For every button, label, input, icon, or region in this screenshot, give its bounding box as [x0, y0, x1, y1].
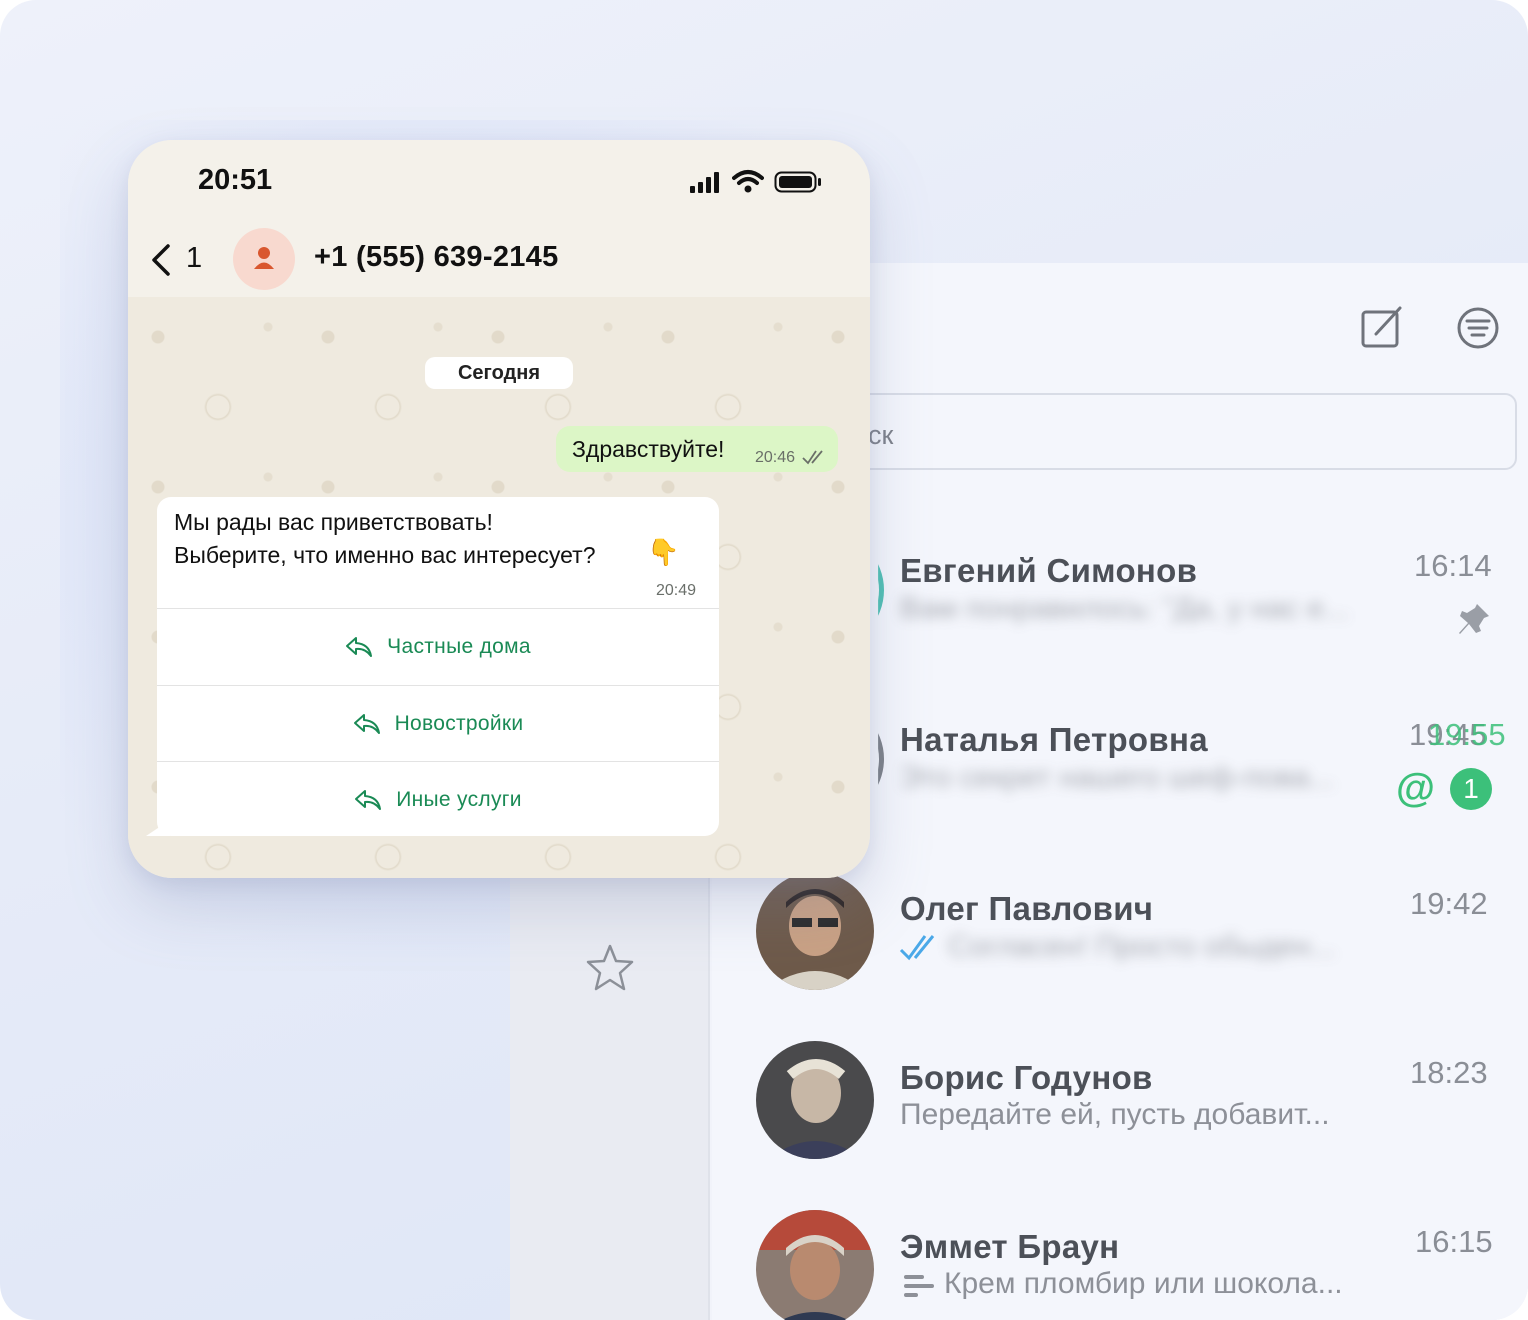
draft-icon [904, 1275, 934, 1297]
quick-reply-label: Новостройки [394, 712, 524, 735]
quick-reply-label: Частные дома [387, 635, 531, 658]
back-count[interactable]: 1 [186, 242, 202, 275]
wifi-icon [732, 170, 764, 193]
person-icon [254, 247, 274, 269]
compose-icon[interactable] [1356, 302, 1408, 354]
mention-icon: @ [1396, 766, 1436, 810]
quick-reply-private-houses[interactable]: Частные дома [157, 609, 719, 685]
chat-preview: Крем пломбир или шокола... [944, 1267, 1343, 1300]
delivered-checks-icon [802, 450, 823, 465]
quick-reply-other-services[interactable]: Иные услуги [157, 762, 719, 838]
chat-preview: Согласен! Просто обыден... [948, 930, 1336, 963]
contact-phone-number[interactable]: +1 (555) 639-2145 [314, 241, 559, 274]
date-divider: Сегодня [425, 357, 573, 389]
chat-name[interactable]: Олег Павлович [900, 890, 1153, 928]
filter-icon[interactable] [1452, 302, 1504, 354]
incoming-time: 20:49 [656, 582, 697, 599]
chat-name[interactable]: Эммет Браун [900, 1228, 1119, 1266]
quick-reply-new-buildings[interactable]: Новостройки [157, 686, 719, 762]
pointing-down-emoji: 👇 [647, 537, 680, 567]
incoming-line: Выберите, что именно вас интересует? [174, 542, 596, 568]
back-chevron-icon[interactable] [148, 242, 174, 278]
phone-chat-window: 20:51 1 +1 (555) 639-2145 Сегодня Здравс… [128, 140, 870, 878]
chat-preview: Это секрет нашего шеф-пова... [900, 761, 1335, 794]
unread-badge: 1 [1450, 768, 1492, 810]
signal-icon [690, 172, 719, 193]
chat-name[interactable]: Борис Годунов [900, 1059, 1153, 1097]
star-icon[interactable] [584, 942, 636, 994]
quick-reply-label: Иные услуги [396, 788, 522, 811]
chat-preview: Вам понравилось: "Да, у нас е... [900, 592, 1349, 625]
chat-time: 18:23 [1410, 1055, 1488, 1090]
chat-time-overlay: 19:55 [1428, 717, 1506, 752]
pin-icon [1459, 604, 1489, 634]
read-checks-icon [899, 935, 935, 961]
chat-name[interactable]: Наталья Петровна [900, 721, 1208, 759]
chat-time: 16:15 [1415, 1224, 1493, 1259]
avatar[interactable] [756, 1210, 874, 1320]
screen: ск Евгений Симонов 16:14 Вам понравилось… [0, 0, 1528, 1320]
reply-arrow-icon [346, 637, 373, 657]
status-time: 20:51 [198, 164, 273, 196]
search-text: ск [868, 420, 894, 450]
outgoing-text: Здравствуйте! [572, 436, 725, 462]
avatar[interactable] [756, 1041, 874, 1159]
chat-preview: Передайте ей, пусть добавит... [900, 1098, 1330, 1131]
chat-name[interactable]: Евгений Симонов [900, 552, 1197, 590]
reply-arrow-icon [355, 790, 382, 810]
incoming-line: Мы рады вас приветствовать! [174, 509, 493, 535]
outgoing-time: 20:46 [755, 449, 796, 466]
avatar[interactable] [756, 872, 874, 990]
search-input[interactable] [820, 393, 1517, 470]
chat-time: 19:42 [1410, 886, 1488, 921]
chat-time: 16:14 [1414, 548, 1492, 583]
battery-icon [774, 171, 821, 193]
reply-arrow-icon [353, 714, 380, 734]
